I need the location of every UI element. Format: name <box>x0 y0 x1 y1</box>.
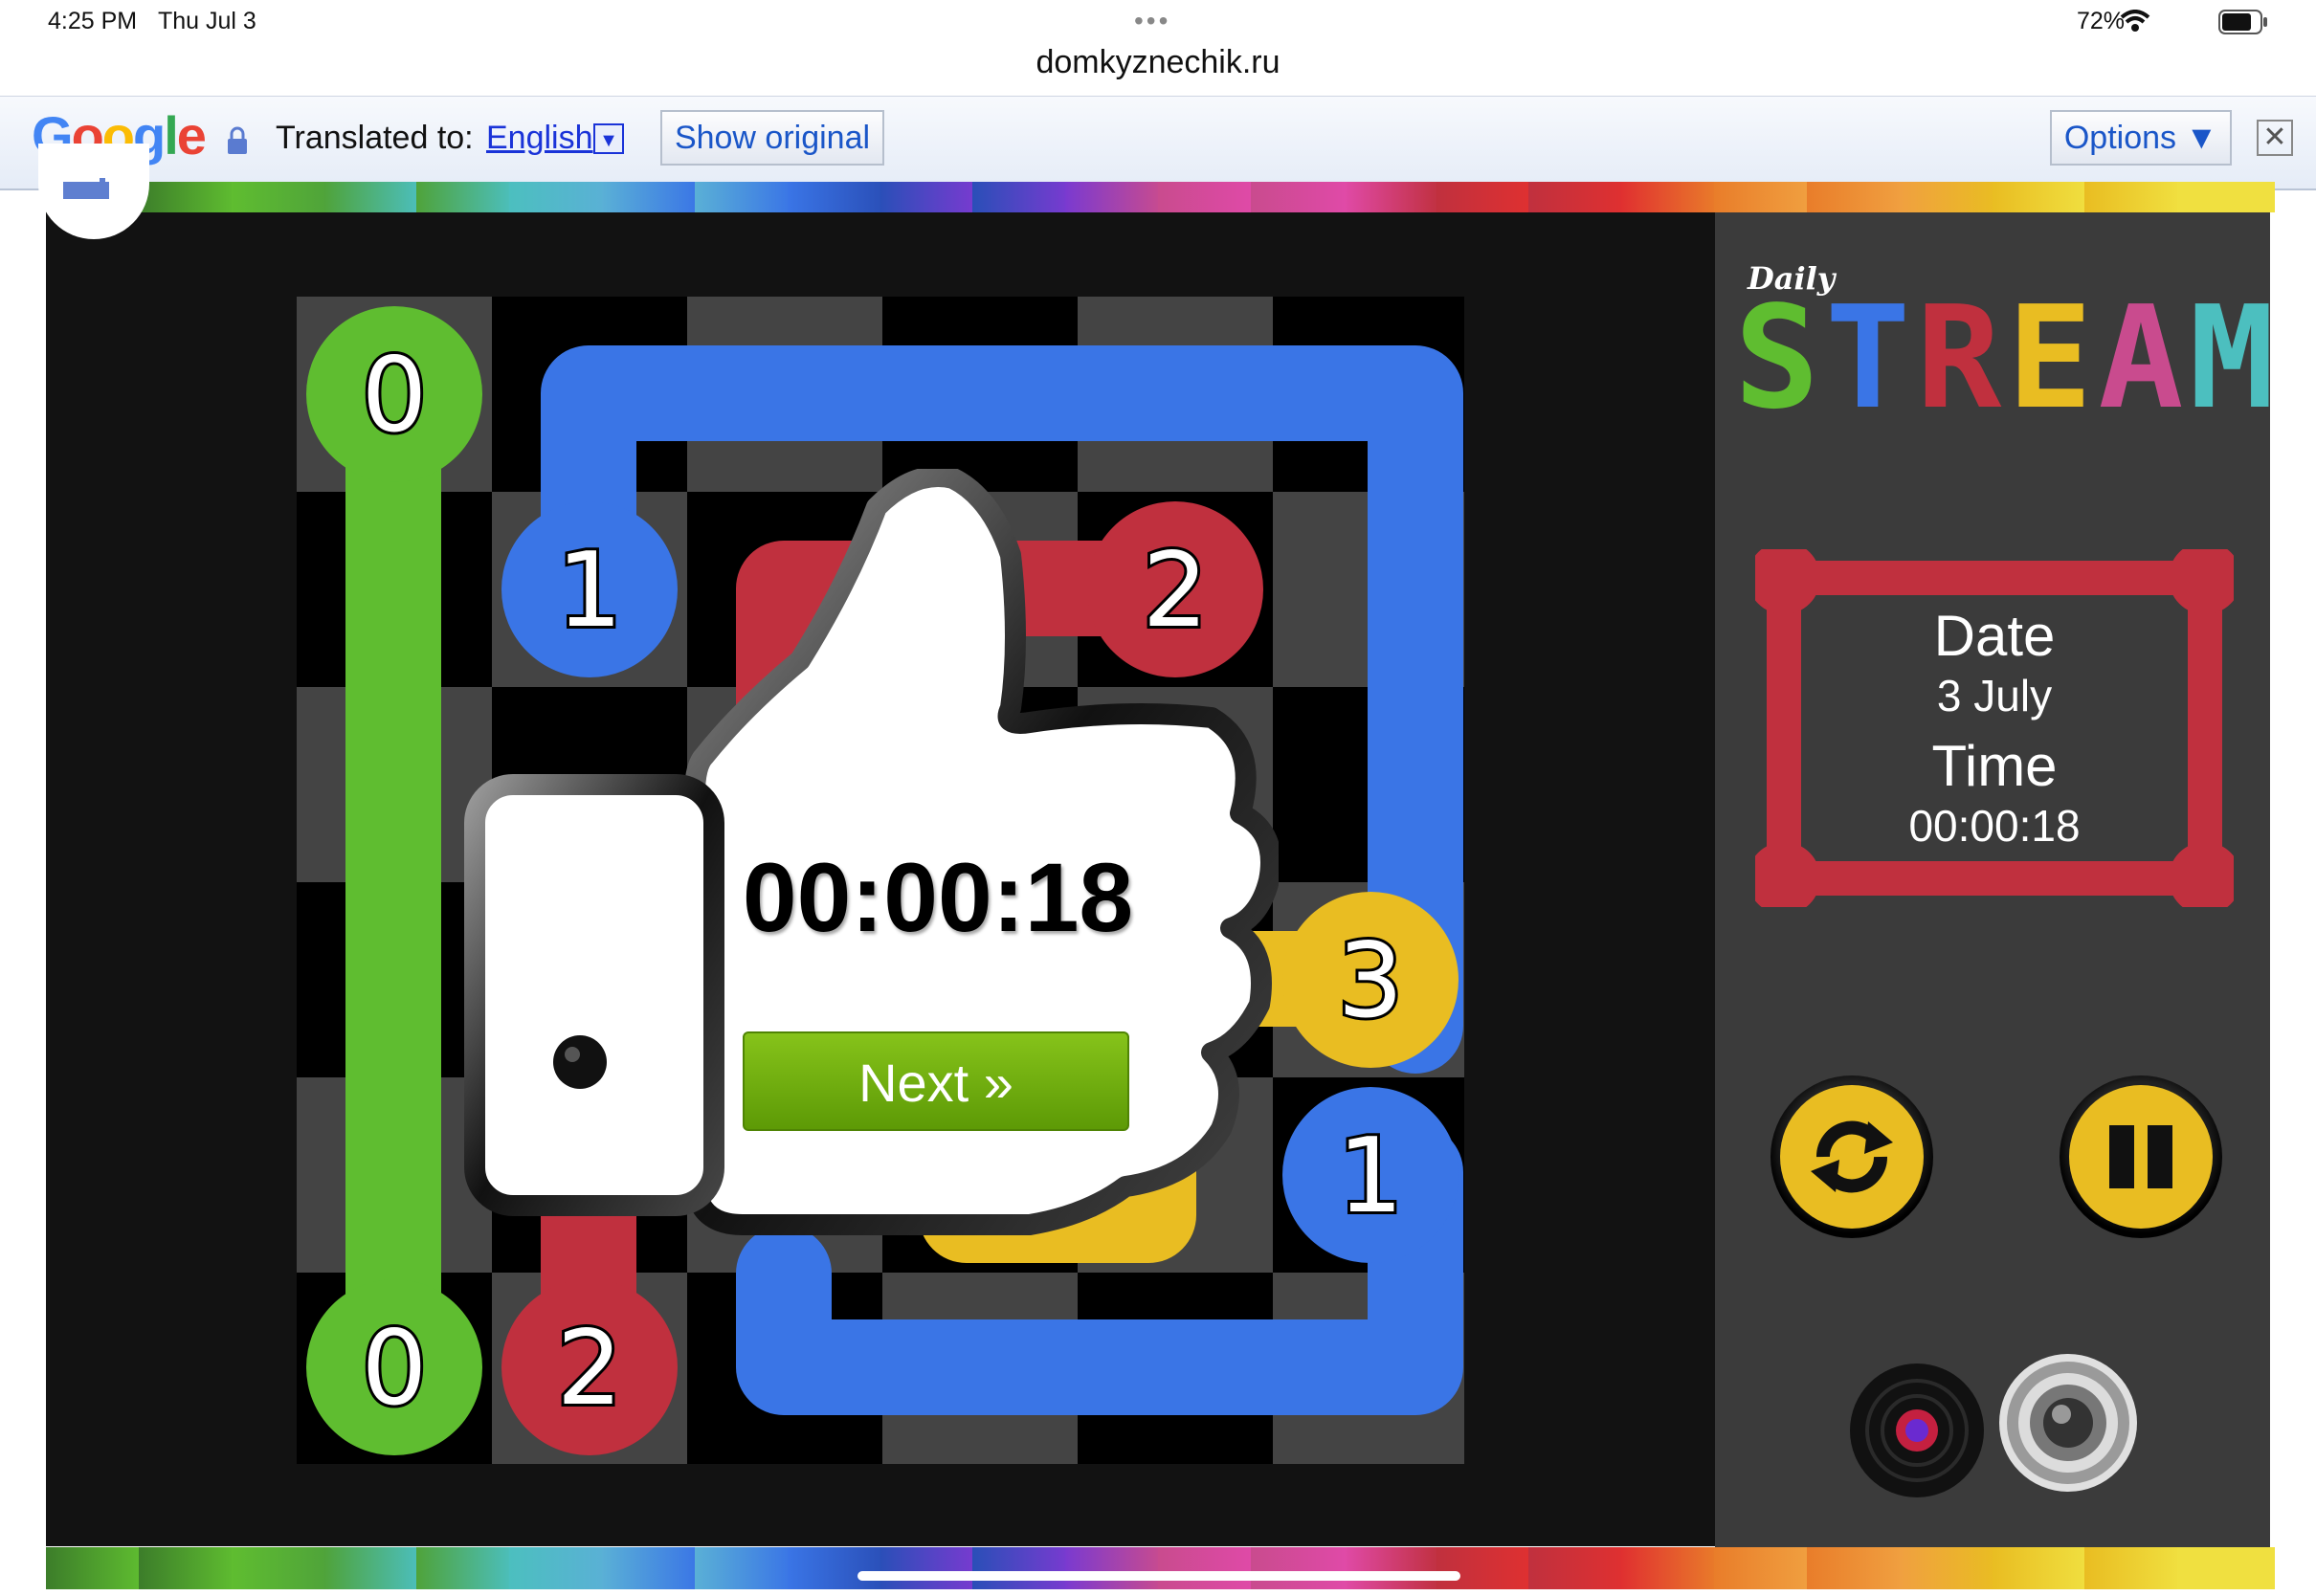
rainbow-segment <box>323 1547 421 1589</box>
language-dropdown-icon[interactable]: ▼ <box>593 123 624 154</box>
rainbow-segment <box>509 1547 607 1589</box>
time-value: 00:00:18 <box>1908 801 2081 851</box>
rainbow-segment <box>1065 1547 1163 1589</box>
logo-letter: A <box>2098 276 2190 440</box>
logo-letter: T <box>1825 276 1917 440</box>
date-value: 3 July <box>1936 671 2053 720</box>
rainbow-segment <box>1250 182 1348 212</box>
rainbow-segment <box>787 1547 885 1589</box>
rainbow-segment <box>880 182 977 212</box>
rainbow-border-top <box>46 182 2275 212</box>
endpoint-label: 0 <box>362 336 428 455</box>
rainbow-segment <box>1250 1547 1348 1589</box>
rainbow-segment <box>1343 1547 1441 1589</box>
megaphone-icon <box>63 178 109 199</box>
rainbow-segment <box>138 182 236 212</box>
rainbow-segment <box>1436 1547 1533 1589</box>
rainbow-segment <box>1065 182 1163 212</box>
options-button[interactable]: Options ▼ <box>2050 110 2232 166</box>
rainbow-segment <box>1621 1547 1719 1589</box>
logo-stream: STREAM <box>1734 287 2281 429</box>
home-indicator <box>857 1571 1460 1581</box>
rainbow-segment <box>138 1547 236 1589</box>
rainbow-segment <box>1992 1547 2089 1589</box>
rainbow-segment <box>509 182 607 212</box>
battery-percent: 72% <box>2077 8 2126 34</box>
rainbow-segment <box>1621 182 1719 212</box>
endpoint-dot[interactable]: 3 <box>1282 892 1459 1068</box>
rainbow-segment <box>1158 182 1256 212</box>
rainbow-segment <box>602 1547 700 1589</box>
rainbow-segment <box>1528 1547 1626 1589</box>
endpoint-label: 1 <box>1338 1117 1404 1236</box>
rainbow-segment <box>1899 182 1997 212</box>
rainbow-segment <box>2177 1547 2275 1589</box>
url-text[interactable]: domkyznechik.ru <box>0 44 2316 81</box>
endpoint-label: 2 <box>557 1309 623 1429</box>
rainbow-segment <box>1436 182 1533 212</box>
time-label: Time <box>1931 734 2058 798</box>
endpoint-label: 3 <box>1338 921 1404 1041</box>
rainbow-segment <box>602 182 700 212</box>
rainbow-segment <box>694 182 792 212</box>
restart-button[interactable] <box>1770 1075 1933 1238</box>
status-date: Thu Jul 3 <box>158 8 256 34</box>
next-button[interactable]: Next » <box>743 1031 1129 1131</box>
pause-icon <box>2109 1125 2172 1188</box>
rainbow-segment <box>231 1547 329 1589</box>
close-translate-button[interactable]: ✕ <box>2257 120 2293 156</box>
endpoint-dot[interactable]: 0 <box>306 1279 482 1455</box>
endpoint-dot[interactable]: 0 <box>306 306 482 482</box>
rainbow-segment <box>972 182 1070 212</box>
rainbow-segment <box>2084 1547 2182 1589</box>
status-time: 4:25 PM <box>48 8 138 34</box>
rainbow-segment <box>416 182 514 212</box>
rainbow-segment <box>1899 1547 1997 1589</box>
lock-icon <box>228 126 247 154</box>
result-time: 00:00:18 <box>742 843 1134 952</box>
battery-icon <box>2218 10 2267 34</box>
rainbow-segment <box>231 182 329 212</box>
music-record-icon[interactable] <box>1845 1359 1989 1502</box>
rainbow-segment <box>2177 182 2275 212</box>
rainbow-segment <box>694 1547 792 1589</box>
endpoint-dot[interactable]: 1 <box>1282 1087 1459 1263</box>
rainbow-border-bottom <box>46 1547 2275 1589</box>
rainbow-segment <box>1343 182 1441 212</box>
rainbow-segment <box>1528 182 1626 212</box>
rainbow-segment <box>1714 1547 1812 1589</box>
logo-letter: S <box>1734 276 1826 440</box>
rainbow-segment <box>972 1547 1070 1589</box>
pause-button[interactable] <box>2060 1075 2222 1238</box>
translated-to-label: Translated to: <box>276 120 474 156</box>
rainbow-segment <box>1806 1547 1904 1589</box>
rainbow-segment <box>323 182 421 212</box>
date-label: Date <box>1933 604 2056 668</box>
rainbow-segment <box>880 1547 977 1589</box>
rainbow-segment <box>1992 182 2089 212</box>
rainbow-segment <box>787 182 885 212</box>
multitask-dots-icon[interactable]: ••• <box>1134 6 1170 36</box>
rainbow-segment <box>1806 182 1904 212</box>
rainbow-segment <box>1714 182 1812 212</box>
logo-letter: R <box>1916 276 2008 440</box>
rainbow-segment <box>46 1547 144 1589</box>
language-link[interactable]: English <box>486 120 593 157</box>
translate-bar: Google Translated to: English ▼ Show ori… <box>0 96 2316 190</box>
endpoint-dot[interactable]: 2 <box>501 1279 678 1455</box>
rainbow-segment <box>2084 182 2182 212</box>
logo-letter: M <box>2189 276 2281 440</box>
show-original-button[interactable]: Show original <box>660 110 884 166</box>
endpoint-label: 0 <box>362 1309 428 1429</box>
speaker-icon[interactable] <box>1996 1351 2140 1495</box>
rainbow-segment <box>1158 1547 1256 1589</box>
restart-icon <box>1811 1120 1893 1193</box>
url-bar[interactable]: domkyznechik.ru <box>0 38 2316 96</box>
rainbow-segment <box>416 1547 514 1589</box>
logo-letter: E <box>2007 276 2099 440</box>
